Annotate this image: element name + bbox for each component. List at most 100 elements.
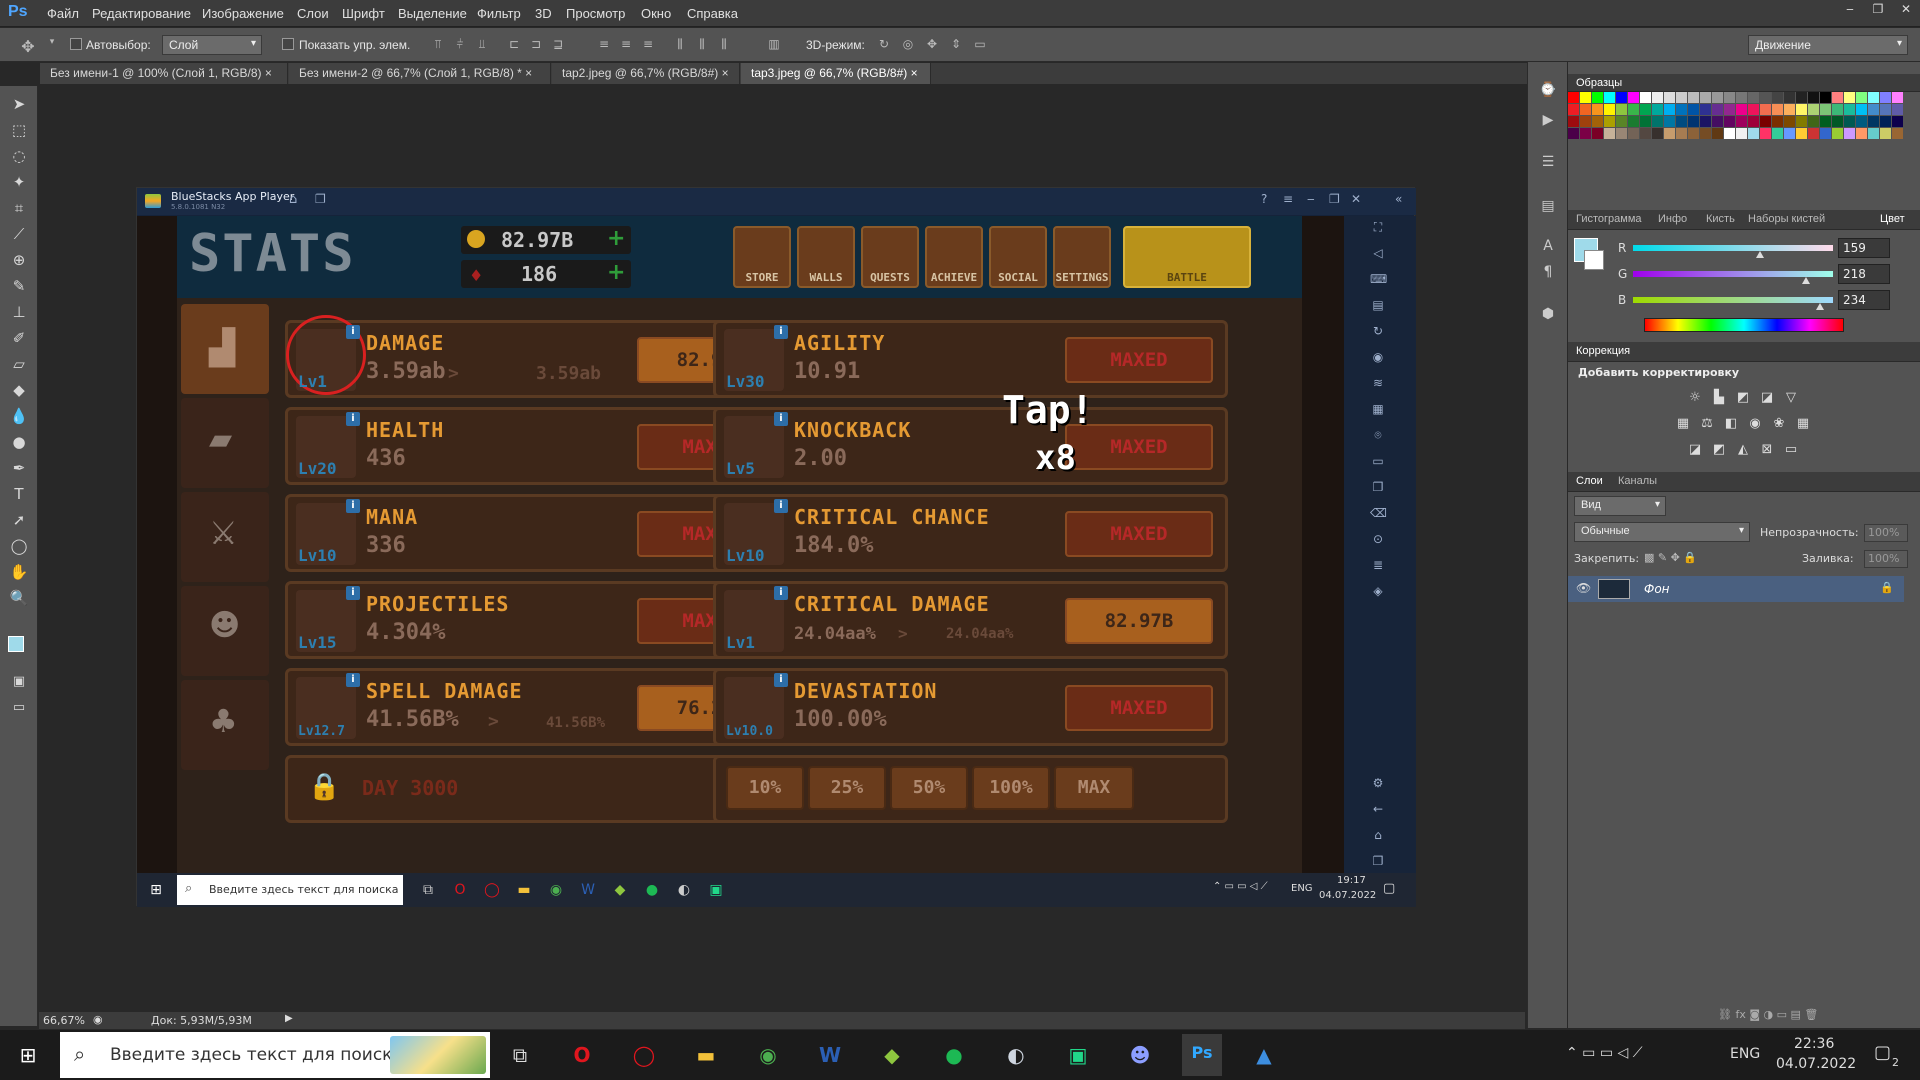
color-swatch[interactable]: [1880, 116, 1891, 127]
settings-button[interactable]: SETTINGS: [1053, 226, 1111, 288]
type-tool-icon[interactable]: T: [6, 482, 32, 506]
color-swatch[interactable]: [1880, 128, 1891, 139]
pycharm-icon[interactable]: ▣: [1058, 1038, 1098, 1072]
color-swatch[interactable]: [1820, 104, 1831, 115]
menu-filter[interactable]: Фильтр: [477, 6, 521, 21]
color-swatch[interactable]: [1604, 116, 1615, 127]
info-icon[interactable]: i: [774, 586, 788, 600]
info-icon[interactable]: i: [774, 673, 788, 687]
align-top-icon[interactable]: ⫪: [430, 37, 446, 51]
move-tool-icon[interactable]: ➤: [6, 92, 32, 116]
eyedropper-icon[interactable]: ⟋: [6, 222, 32, 246]
task-view-icon[interactable]: ⧉: [417, 880, 439, 900]
3d-rotate-icon[interactable]: ↻: [876, 37, 892, 51]
tab-histogram[interactable]: Гистограмма: [1576, 213, 1642, 225]
color-swatch[interactable]: [1736, 116, 1747, 127]
menu-layers[interactable]: Слои: [297, 6, 329, 21]
color-swatch[interactable]: [1808, 92, 1819, 103]
tab-close-icon[interactable]: ×: [265, 66, 272, 80]
dodge-tool-icon[interactable]: ●: [6, 430, 32, 454]
windows-start-icon[interactable]: ⊞: [145, 880, 167, 900]
zoom-level[interactable]: 66,67%: [43, 1014, 85, 1027]
collapse-sidebar-icon[interactable]: «: [1395, 192, 1402, 206]
folder-icon[interactable]: ▭: [1370, 454, 1386, 470]
opera-icon[interactable]: O: [562, 1038, 602, 1072]
tab-adjustments[interactable]: Коррекция: [1576, 345, 1630, 357]
color-swatch[interactable]: [1640, 104, 1651, 115]
brush-presets-icon[interactable]: ▤: [1538, 198, 1558, 218]
distribute-hcenter-icon[interactable]: ⫼: [694, 37, 710, 51]
path-select-icon[interactable]: ➚: [6, 508, 32, 532]
spotify-icon[interactable]: ●: [934, 1038, 974, 1072]
visibility-eye-icon[interactable]: 👁: [1576, 581, 1591, 595]
distribute-vcenter-icon[interactable]: ≡: [618, 37, 634, 51]
color-swatch[interactable]: [1760, 92, 1771, 103]
color-swatch[interactable]: [1616, 104, 1627, 115]
align-vcenter-icon[interactable]: ⫩: [452, 37, 468, 51]
paint-bucket-icon[interactable]: ◆: [6, 378, 32, 402]
file-explorer-icon[interactable]: ▬: [686, 1038, 726, 1072]
color-swatch[interactable]: [1844, 104, 1855, 115]
3d-roll-icon[interactable]: ◎: [900, 37, 916, 51]
color-swatch[interactable]: [1628, 128, 1639, 139]
info-icon[interactable]: i: [774, 499, 788, 513]
distribute-top-icon[interactable]: ≡: [596, 37, 612, 51]
g-knob[interactable]: [1802, 277, 1810, 284]
foreground-color[interactable]: [8, 636, 24, 652]
inner-lang[interactable]: ENG: [1291, 883, 1313, 894]
blur-tool-icon[interactable]: 💧: [6, 404, 32, 428]
levels-icon[interactable]: ▙: [1710, 390, 1728, 406]
info-icon[interactable]: i: [346, 499, 360, 513]
color-swatch[interactable]: [1772, 116, 1783, 127]
pen-tool-icon[interactable]: ✒: [6, 456, 32, 480]
multiplier-100-button[interactable]: 100%: [972, 766, 1050, 810]
volume-icon[interactable]: ◁: [1370, 246, 1386, 262]
windows-start-icon[interactable]: ⊞: [8, 1038, 48, 1072]
apk-icon[interactable]: ▦: [1370, 402, 1386, 418]
doc-tab-3[interactable]: tap2.jpeg @ 66,7% (RGB/8#) ×: [552, 63, 740, 84]
tray-lang[interactable]: ENG: [1730, 1046, 1760, 1062]
discord-icon[interactable]: ☻: [1120, 1038, 1160, 1072]
color-swatch[interactable]: [1676, 128, 1687, 139]
eco-icon[interactable]: ◈: [1370, 584, 1386, 600]
align-hcenter-icon[interactable]: ⊐: [528, 37, 544, 51]
gamepad-icon[interactable]: ▤: [1370, 298, 1386, 314]
pycharm-icon[interactable]: ▣: [705, 880, 727, 900]
macro-icon[interactable]: ◉: [1370, 350, 1386, 366]
menu-file[interactable]: Файл: [47, 6, 79, 21]
color-swatch[interactable]: [1700, 116, 1711, 127]
menu-select[interactable]: Выделение: [398, 6, 467, 21]
healing-brush-icon[interactable]: ⊕: [6, 248, 32, 272]
distribute-left-icon[interactable]: ⫼: [672, 37, 688, 51]
color-swatch[interactable]: [1700, 104, 1711, 115]
color-swatch[interactable]: [1640, 128, 1651, 139]
color-swatch[interactable]: [1880, 92, 1891, 103]
screenshot-icon[interactable]: ⌾: [1370, 428, 1386, 444]
3d-icon[interactable]: ⬢: [1538, 306, 1558, 326]
color-swatch[interactable]: [1724, 92, 1735, 103]
color-swatch[interactable]: [1796, 104, 1807, 115]
bw-icon[interactable]: ◧: [1722, 416, 1740, 432]
color-swatch[interactable]: [1592, 92, 1603, 103]
autoselect-select[interactable]: Слой: [162, 35, 262, 55]
color-swatch[interactable]: [1616, 92, 1627, 103]
distribute-bottom-icon[interactable]: ≡: [640, 37, 656, 51]
color-swatch[interactable]: [1868, 128, 1879, 139]
color-swatch[interactable]: [1784, 104, 1795, 115]
multiplier-max-button[interactable]: MAX: [1054, 766, 1134, 810]
color-swatch[interactable]: [1880, 104, 1891, 115]
color-swatch[interactable]: [1712, 128, 1723, 139]
color-swatch[interactable]: [1724, 116, 1735, 127]
color-swatch[interactable]: [1580, 116, 1591, 127]
align-right-icon[interactable]: ⊒: [550, 37, 566, 51]
color-lookup-icon[interactable]: ▦: [1794, 416, 1812, 432]
tab-brush[interactable]: Кисть: [1706, 213, 1735, 225]
upgrade-button[interactable]: 82.97B: [1065, 598, 1213, 644]
color-swatch[interactable]: [1844, 92, 1855, 103]
color-swatch[interactable]: [1592, 116, 1603, 127]
exposure-icon[interactable]: ◪: [1758, 390, 1776, 406]
color-balance-icon[interactable]: ⚖: [1698, 416, 1716, 432]
social-button[interactable]: SOCIAL: [989, 226, 1047, 288]
info-icon[interactable]: i: [774, 412, 788, 426]
multi-instance-icon[interactable]: ❐: [315, 192, 326, 206]
